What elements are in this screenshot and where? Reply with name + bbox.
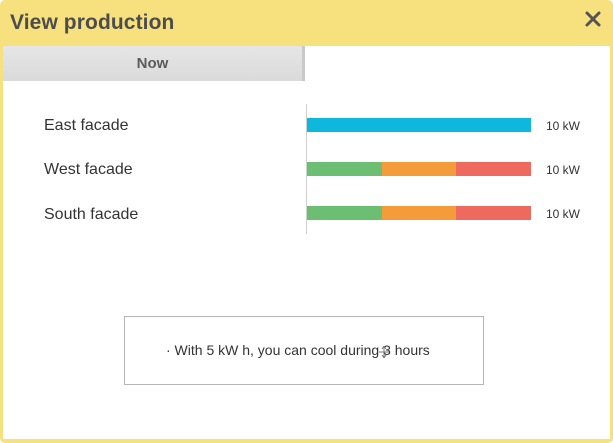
bar-segment	[381, 162, 457, 176]
dialog-title: View production	[10, 11, 175, 34]
bar-segment	[307, 118, 531, 132]
tab-now[interactable]: Now	[3, 46, 305, 81]
bar-segment	[381, 206, 457, 220]
bar-segment	[456, 206, 531, 220]
info-message-box: · With 5 kW h, you can cool during 3 hou…	[124, 316, 484, 385]
close-icon[interactable]	[582, 8, 604, 30]
production-bar-west-facade	[307, 162, 531, 176]
value-label-west-facade: 10 kW	[546, 163, 581, 177]
row-label-south-facade: South facade	[44, 206, 139, 223]
production-bar-east-facade	[307, 118, 531, 132]
production-bar-south-facade	[307, 206, 531, 220]
bar-segment	[307, 162, 382, 176]
view-production-dialog: View production Now East facade West fac…	[0, 0, 613, 443]
info-message-text: · With 5 kW h, you can cool during 3 hou…	[166, 342, 430, 358]
dialog-content: Now East facade West facade South facade…	[3, 46, 610, 439]
value-label-south-facade: 10 kW	[546, 207, 581, 221]
row-label-west-facade: West facade	[44, 161, 133, 178]
mouse-cursor-icon	[379, 346, 389, 358]
row-label-east-facade: East facade	[44, 117, 129, 134]
bar-segment	[456, 162, 531, 176]
bar-segment	[307, 206, 382, 220]
dialog-titlebar: View production	[0, 0, 613, 46]
value-label-east-facade: 10 kW	[546, 119, 581, 133]
